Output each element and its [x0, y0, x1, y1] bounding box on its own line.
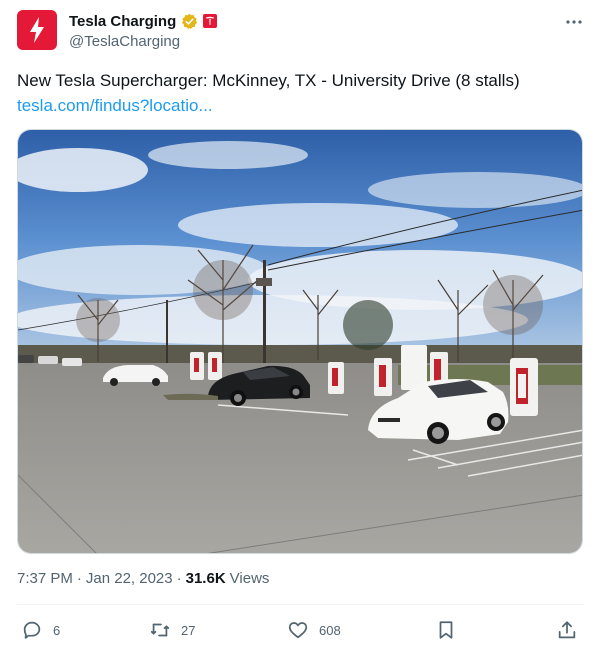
tweet-header: Tesla Charging @TeslaCharging: [17, 10, 584, 54]
tesla-logo-icon[interactable]: [203, 14, 218, 28]
share-icon: [558, 621, 576, 639]
tweet-meta: 7:37 PM · Jan 22, 2023 · 31.6K Views: [17, 570, 269, 587]
tweet-date[interactable]: Jan 22, 2023: [86, 570, 173, 587]
like-button[interactable]: 608: [287, 616, 341, 644]
meta-separator: ·: [176, 570, 182, 587]
meta-separator: ·: [76, 570, 82, 587]
divider: [17, 604, 584, 605]
action-bar: 6 27 608: [17, 616, 584, 644]
reply-count: 6: [53, 622, 61, 638]
display-name[interactable]: Tesla Charging: [69, 13, 176, 30]
retweet-button[interactable]: 27: [149, 616, 195, 644]
share-button[interactable]: [556, 616, 578, 644]
views-count[interactable]: 31.6K: [186, 570, 226, 587]
more-options-icon[interactable]: [564, 12, 584, 32]
bookmark-icon: [439, 621, 453, 639]
author-handle[interactable]: @TeslaCharging: [69, 33, 217, 50]
lightning-bolt-icon: [30, 17, 44, 43]
reply-button[interactable]: 6: [21, 616, 60, 644]
avatar[interactable]: [17, 10, 57, 50]
tweet-photo[interactable]: [17, 129, 583, 554]
reply-icon: [23, 621, 41, 639]
supercharger-photo: [18, 130, 582, 553]
tweet-link[interactable]: tesla.com/findus?locatio...: [17, 94, 213, 118]
verified-badge-icon[interactable]: [181, 13, 198, 30]
heart-icon: [288, 622, 308, 639]
like-count: 608: [319, 622, 341, 638]
author-names: Tesla Charging @TeslaCharging: [69, 11, 218, 50]
tweet-time[interactable]: 7:37 PM: [17, 570, 73, 587]
retweet-count: 27: [181, 622, 196, 638]
views-label: Views: [229, 570, 270, 587]
bookmark-button[interactable]: [435, 616, 457, 644]
tweet-text: New Tesla Supercharger: McKinney, TX - U…: [17, 71, 520, 90]
retweet-icon: [150, 623, 170, 637]
